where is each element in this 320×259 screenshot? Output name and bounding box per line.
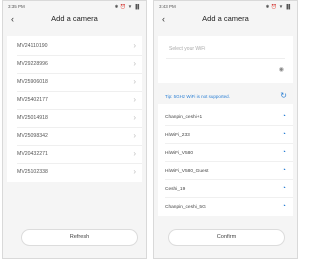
device-id: MV24110190: [17, 43, 48, 49]
status-time: 3:43 PM: [159, 4, 176, 9]
network-name: HiWiFi_V580: [165, 151, 193, 156]
right-phone-screen: 3:43 PM ✱ ⏰ ▼ ▐▌ ‹ Add a camera Select y…: [153, 0, 298, 259]
list-item[interactable]: MV25098342 ›: [7, 128, 142, 146]
network-name: Ceshi_19: [165, 187, 186, 192]
list-item[interactable]: MV29228996 ›: [7, 56, 142, 74]
divider: [165, 161, 293, 162]
list-item[interactable]: Chanpin_ceshi_5G ◔: [158, 200, 293, 216]
device-id: MV25098342: [17, 133, 48, 139]
wifi-selector[interactable]: Select your WiFi ◉: [158, 36, 293, 83]
refresh-button[interactable]: Refresh: [21, 229, 138, 246]
tip-text: Tip: 5GHz WiFi is not supported.: [165, 94, 230, 99]
confirm-button[interactable]: Confirm: [168, 229, 285, 246]
chevron-right-icon: ›: [133, 149, 136, 158]
status-bar: 3:43 PM ✱ ⏰ ▼ ▐▌: [159, 4, 292, 11]
chevron-right-icon: ›: [133, 41, 136, 50]
network-name: HiWiFi_V580_Guest: [165, 169, 209, 174]
list-item[interactable]: MV25402177 ›: [7, 92, 142, 110]
wifi-placeholder: Select your WiFi: [169, 46, 206, 52]
list-item[interactable]: MV24110190 ›: [7, 38, 142, 56]
status-time: 3:35 PM: [8, 4, 25, 9]
list-item[interactable]: MV25014918 ›: [7, 110, 142, 128]
wifi-icon: ◔: [281, 149, 286, 156]
status-bar: 3:35 PM ✱ ⏰ ▼ ▐▌: [8, 4, 141, 11]
eye-icon[interactable]: ◉: [279, 66, 284, 73]
list-item[interactable]: MV25906018 ›: [7, 74, 142, 92]
device-id: MV25402177: [17, 97, 48, 103]
chevron-right-icon: ›: [133, 113, 136, 122]
network-name: HiWiFi_233: [165, 133, 190, 138]
wifi-icon: ◔: [281, 185, 286, 192]
status-icons: ✱ ⏰ ▼ ▐▌: [265, 4, 292, 9]
list-item[interactable]: MV25102338 ›: [7, 164, 142, 182]
wifi-icon: ◔: [281, 203, 286, 210]
device-id: MV29228996: [17, 61, 48, 67]
divider: [166, 58, 285, 59]
page-title: Add a camera: [51, 14, 98, 23]
header: ‹ Add a camera: [154, 12, 297, 26]
list-item[interactable]: HiWiFi_233 ◔: [158, 128, 293, 144]
chevron-right-icon: ›: [133, 167, 136, 176]
divider: [165, 143, 293, 144]
network-name: Chanpin_ceshi_5G: [165, 205, 206, 210]
list-item[interactable]: MV20432271 ›: [7, 146, 142, 164]
list-item[interactable]: HiWiFi_V580_Guest ◔: [158, 164, 293, 180]
chevron-right-icon: ›: [133, 77, 136, 86]
wifi-icon: ◔: [281, 113, 286, 120]
list-item[interactable]: HiWiFi_V580 ◔: [158, 146, 293, 162]
device-id: MV25906018: [17, 79, 48, 85]
chevron-right-icon: ›: [133, 131, 136, 140]
device-id: MV25102338: [17, 169, 48, 175]
network-list: Chanpin_ceshi+1 ◔ HiWiFi_233 ◔ HiWiFi_V5…: [158, 104, 293, 216]
left-phone-screen: 3:35 PM ✱ ⏰ ▼ ▐▌ ‹ Add a camera MV241101…: [2, 0, 147, 259]
device-list: MV24110190 › MV29228996 › MV25906018 › M…: [7, 36, 142, 182]
list-item[interactable]: Chanpin_ceshi+1 ◔: [158, 110, 293, 126]
chevron-right-icon: ›: [133, 95, 136, 104]
divider: [165, 179, 293, 180]
wifi-icon: ◔: [281, 131, 286, 138]
status-icons: ✱ ⏰ ▼ ▐▌: [114, 4, 141, 9]
tip-bar: Tip: 5GHz WiFi is not supported. ↻: [158, 91, 293, 103]
device-id: MV20432271: [17, 151, 48, 157]
header: ‹ Add a camera: [3, 12, 146, 26]
wifi-icon: ◔: [281, 167, 286, 174]
chevron-right-icon: ›: [133, 59, 136, 68]
list-item[interactable]: Ceshi_19 ◔: [158, 182, 293, 198]
device-id: MV25014918: [17, 115, 48, 121]
refresh-icon[interactable]: ↻: [280, 91, 287, 100]
divider: [165, 125, 293, 126]
divider: [165, 197, 293, 198]
network-name: Chanpin_ceshi+1: [165, 115, 203, 120]
page-title: Add a camera: [202, 14, 249, 23]
